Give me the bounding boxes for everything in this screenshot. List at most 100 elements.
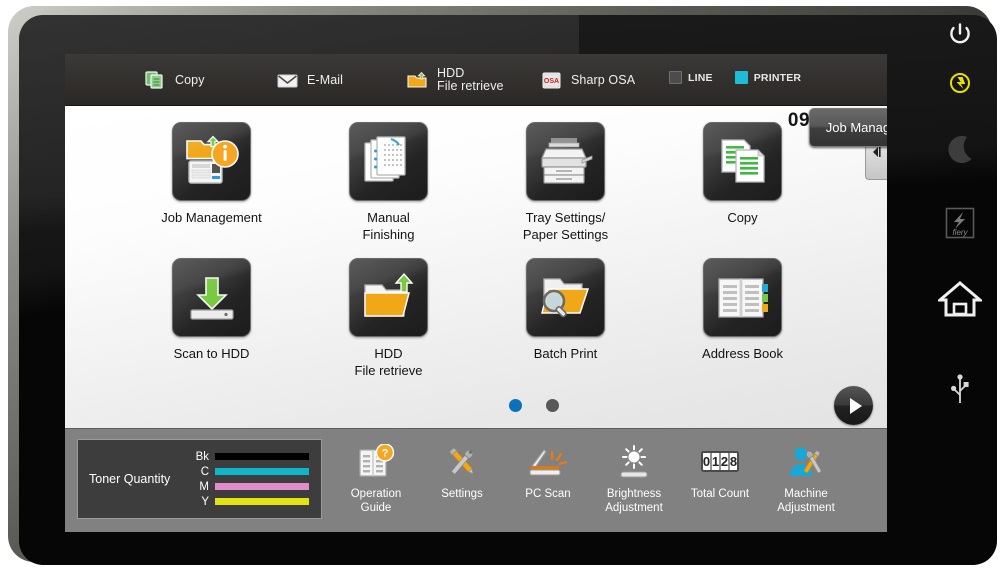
- device-bezel: Copy E-Mail: [8, 6, 992, 562]
- fiery-key[interactable]: fiery: [915, 207, 997, 244]
- tab-osa-label: Sharp OSA: [571, 74, 635, 87]
- copy-pages-icon: [716, 136, 770, 188]
- button-machine-adjustment[interactable]: Machine Adjustment: [763, 435, 849, 527]
- button-settings[interactable]: Settings: [419, 435, 505, 527]
- next-arrow-icon[interactable]: [834, 386, 873, 425]
- brightness-icon: [613, 442, 655, 482]
- button-pc-scan-label: PC Scan: [525, 487, 570, 501]
- address-book-icon: [715, 275, 771, 321]
- toner-bars: Bk C M Y: [187, 449, 309, 509]
- tile-tray-settings-button[interactable]: [526, 122, 605, 201]
- app-grid-row: Job Management: [65, 122, 887, 258]
- tile-hdd-file-retrieve-label: HDD File retrieve: [355, 345, 423, 379]
- machine-adjustment-icon: [785, 442, 827, 482]
- tile-scan-to-hdd-button[interactable]: [172, 258, 251, 337]
- usb-icon: [949, 373, 971, 412]
- sleep-key[interactable]: [915, 133, 997, 172]
- tile-scan-to-hdd[interactable]: Scan to HDD: [123, 258, 300, 394]
- toner-label-bk: Bk: [187, 451, 209, 463]
- toner-bar-c: [215, 468, 309, 475]
- tile-manual-finishing-button[interactable]: [349, 122, 428, 201]
- toner-bar-bk: [215, 453, 309, 460]
- tile-batch-print[interactable]: Batch Print: [477, 258, 654, 394]
- next-arrow-triangle: [850, 398, 862, 414]
- tile-tray-settings[interactable]: Tray Settings/ Paper Settings: [477, 122, 654, 258]
- device-bezel-inner: Copy E-Mail: [19, 15, 997, 565]
- power-key[interactable]: [915, 21, 997, 52]
- button-brightness-adjustment-label: Brightness Adjustment: [605, 487, 663, 515]
- button-total-count-label: Total Count: [691, 487, 749, 501]
- tab-sharp-osa[interactable]: OSA Sharp OSA: [537, 54, 635, 106]
- tile-job-management-button[interactable]: [172, 122, 251, 201]
- folder-search-icon: [538, 273, 594, 323]
- printer-status-label: PRINTER: [754, 72, 802, 84]
- home-icon: [938, 280, 982, 323]
- app-grid-row: Scan to HDD HDD Fi: [65, 258, 887, 394]
- job-management-button[interactable]: Job Management: [809, 108, 887, 147]
- tile-job-management-label: Job Management: [161, 209, 261, 226]
- page-indicator-row: [65, 384, 887, 428]
- tile-copy-button[interactable]: [703, 122, 782, 201]
- tile-manual-finishing[interactable]: Manual Finishing: [300, 122, 477, 258]
- svg-text:fiery: fiery: [952, 228, 968, 237]
- toner-row-bk: Bk: [187, 449, 309, 464]
- sharp-osa-icon: OSA: [541, 71, 562, 90]
- home-key[interactable]: [915, 280, 997, 323]
- tab-copy[interactable]: Copy: [141, 54, 205, 106]
- scan-to-hdd-icon: [186, 274, 238, 322]
- usb-key[interactable]: [915, 373, 997, 412]
- svg-text:8: 8: [730, 454, 737, 469]
- copy-icon: [145, 71, 166, 90]
- tile-manual-finishing-label: Manual Finishing: [362, 209, 414, 243]
- moon-icon: [943, 133, 977, 172]
- toner-label-m: M: [187, 481, 209, 493]
- toner-row-c: C: [187, 464, 309, 479]
- tile-copy[interactable]: Copy: [654, 122, 831, 258]
- toner-label-c: C: [187, 466, 209, 478]
- tools-icon: [441, 442, 483, 482]
- page-dot-1[interactable]: [509, 399, 522, 412]
- button-total-count[interactable]: 0 1 2 8 Total Count: [677, 435, 763, 527]
- button-brightness-adjustment[interactable]: Brightness Adjustment: [591, 435, 677, 527]
- tile-hdd-file-retrieve-button[interactable]: [349, 258, 428, 337]
- toner-quantity-panel[interactable]: Toner Quantity Bk C M: [77, 439, 322, 519]
- energy-save-key[interactable]: [915, 72, 997, 99]
- top-tab-bar: Copy E-Mail: [65, 54, 887, 106]
- toner-quantity-title: Toner Quantity: [89, 472, 185, 486]
- envelope-icon: [277, 71, 298, 90]
- tile-job-management[interactable]: Job Management: [123, 122, 300, 258]
- svg-text:0: 0: [703, 454, 710, 469]
- toner-bar-y: [215, 498, 309, 505]
- line-status-box: [669, 71, 682, 84]
- tile-address-book-label: Address Book: [702, 345, 783, 362]
- toner-bar-m: [215, 483, 309, 490]
- bottom-toolbar-buttons: ? Operation Guide: [333, 435, 849, 527]
- tile-address-book[interactable]: Address Book: [654, 258, 831, 394]
- button-machine-adjustment-label: Machine Adjustment: [777, 487, 835, 515]
- tile-hdd-file-retrieve[interactable]: HDD File retrieve: [300, 258, 477, 394]
- tile-batch-print-button[interactable]: [526, 258, 605, 337]
- button-pc-scan[interactable]: PC Scan: [505, 435, 591, 527]
- guide-question-icon: ?: [355, 442, 397, 482]
- folder-up-icon: [407, 71, 428, 90]
- printer-status-box: [735, 71, 748, 84]
- tab-hdd-label: HDD File retrieve: [437, 67, 504, 93]
- toner-label-y: Y: [187, 496, 209, 508]
- tile-scan-to-hdd-label: Scan to HDD: [174, 345, 250, 362]
- tab-email[interactable]: E-Mail: [273, 54, 343, 106]
- touch-screen: Copy E-Mail: [65, 54, 887, 532]
- button-settings-label: Settings: [441, 487, 483, 501]
- button-operation-guide[interactable]: ? Operation Guide: [333, 435, 419, 527]
- svg-text:1: 1: [712, 454, 719, 469]
- tab-copy-label: Copy: [175, 74, 205, 87]
- svg-text:2: 2: [721, 454, 728, 469]
- page-dot-2[interactable]: [546, 399, 559, 412]
- toner-row-y: Y: [187, 494, 309, 509]
- tile-address-book-button[interactable]: [703, 258, 782, 337]
- manual-finishing-icon: [361, 135, 417, 189]
- app-grid: Job Management: [65, 122, 887, 394]
- tile-copy-label: Copy: [727, 209, 757, 226]
- tab-hdd-file-retrieve[interactable]: HDD File retrieve: [403, 54, 504, 106]
- status-indicators: LINE PRINTER: [669, 71, 801, 84]
- tile-batch-print-label: Batch Print: [534, 345, 598, 362]
